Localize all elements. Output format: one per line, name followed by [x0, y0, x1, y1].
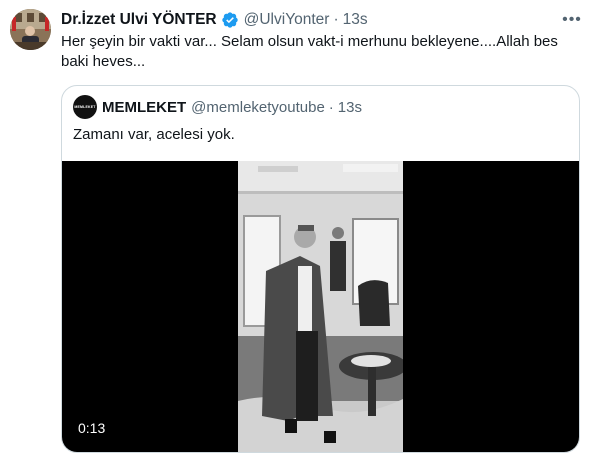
author-avatar[interactable] [10, 9, 51, 50]
author-handle[interactable]: @UlviYonter [244, 11, 330, 29]
avatar-image [10, 9, 51, 50]
quoted-tweet-timestamp[interactable]: 13s [338, 99, 362, 116]
tweet-header: Dr.İzzet Ulvi YÖNTER @UlviYonter · 13s [61, 9, 368, 31]
author-name[interactable]: Dr.İzzet Ulvi YÖNTER [61, 11, 217, 29]
more-options-button[interactable]: ••• [560, 9, 584, 31]
separator-dot: · [333, 11, 339, 28]
video-frame [238, 161, 403, 452]
quoted-tweet-header: MEMLEKET MEMLEKET @memleketyoutube · 13s [73, 95, 362, 119]
verified-badge-icon [221, 11, 239, 29]
quoted-author-name[interactable]: MEMLEKET [102, 99, 186, 116]
separator-dot: · [328, 98, 334, 116]
quoted-tweet-text: Zamanı var, acelesi yok. [73, 126, 235, 143]
video-duration: 0:13 [78, 420, 106, 436]
quoted-tweet[interactable]: MEMLEKET MEMLEKET @memleketyoutube · 13s… [61, 85, 580, 453]
video-player[interactable]: 0:13 [62, 161, 579, 452]
quoted-avatar-logo: MEMLEKET [74, 105, 96, 109]
more-horizontal-icon: ••• [562, 11, 582, 28]
quoted-author-avatar[interactable]: MEMLEKET [73, 95, 97, 119]
quoted-author-handle[interactable]: @memleketyoutube [191, 99, 325, 116]
tweet[interactable]: Dr.İzzet Ulvi YÖNTER @UlviYonter · 13s •… [0, 0, 600, 462]
tweet-text: Her şeyin bir vakti var... Selam olsun v… [61, 33, 558, 70]
tweet-timestamp[interactable]: 13s [343, 11, 368, 29]
